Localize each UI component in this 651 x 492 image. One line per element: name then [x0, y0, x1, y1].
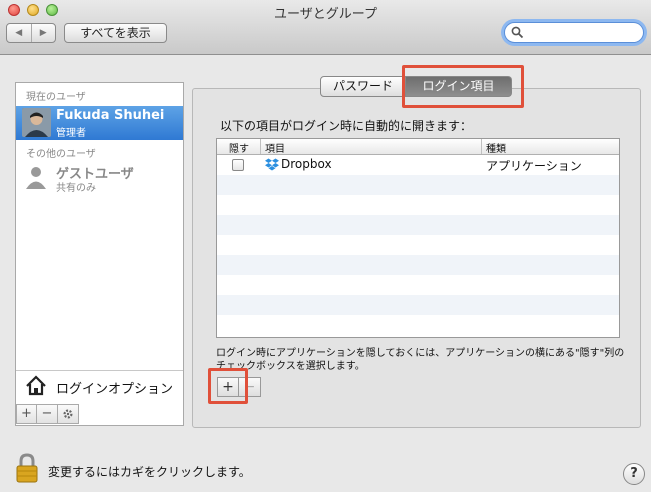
nav-segment: ◀ ▶ [6, 23, 56, 43]
table-row [217, 295, 619, 315]
table-row [217, 175, 619, 195]
table-row [217, 275, 619, 295]
action-menu-button[interactable] [58, 404, 79, 424]
other-users-section-label: その他のユーザ [26, 149, 96, 160]
column-item[interactable]: 項目 [265, 140, 285, 155]
user-item-current[interactable]: Fukuda Shuhei 管理者 [16, 106, 183, 140]
dropbox-icon [265, 158, 279, 171]
table-header: 隠す 項目 種類 [217, 139, 619, 155]
current-user-section-label: 現在のユーザ [26, 92, 86, 103]
table-row [217, 215, 619, 235]
annotation-highlight-add [208, 368, 248, 404]
show-all-button[interactable]: すべてを表示 [64, 23, 167, 43]
search-icon [511, 26, 524, 39]
hide-checkbox[interactable] [232, 159, 244, 171]
house-icon [26, 375, 46, 396]
title-bar: ユーザとグループ ◀ ▶ すべてを表示 [0, 0, 651, 55]
login-items-table: 隠す 項目 種類 Dropbox アプリケーション [216, 138, 620, 338]
table-row [217, 255, 619, 275]
user-list: 現在のユーザ Fukuda Shuhei 管理者 その他のユーザ ゲストユーザ … [15, 82, 184, 426]
table-row [217, 315, 619, 335]
login-options-item[interactable]: ログインオプション [16, 370, 183, 401]
user-item-guest[interactable]: ゲストユーザ 共有のみ [16, 161, 183, 195]
sidebar-buttons: + − [16, 404, 79, 424]
table-row [217, 235, 619, 255]
help-button[interactable]: ? [623, 463, 645, 485]
table-row [217, 195, 619, 215]
lock-text: 変更するにはカギをクリックします。 [48, 465, 251, 479]
add-user-button[interactable]: + [16, 404, 37, 424]
hide-help-text: ログイン時にアプリケーションを隠しておくには、アプリケーションの横にある"隠す"… [216, 348, 625, 372]
login-options-label: ログインオプション [56, 382, 174, 397]
item-kind: アプリケーション [486, 159, 582, 173]
search-field[interactable] [504, 22, 644, 43]
login-items-intro: 以下の項目がログイン時に自動的に開きます： [220, 119, 473, 133]
window-title: ユーザとグループ [274, 7, 377, 22]
column-kind[interactable]: 種類 [486, 140, 506, 155]
column-hide[interactable]: 隠す [229, 140, 249, 155]
item-name: Dropbox [281, 157, 332, 171]
lock-icon[interactable] [15, 453, 39, 483]
tab-password[interactable]: パスワード [320, 76, 406, 97]
back-button[interactable]: ◀ [7, 24, 32, 42]
table-row[interactable]: Dropbox アプリケーション [217, 155, 619, 175]
forward-button[interactable]: ▶ [32, 24, 56, 42]
annotation-highlight-tab [402, 65, 524, 108]
guest-role: 共有のみ [56, 183, 96, 194]
remove-user-button[interactable]: − [37, 404, 58, 424]
guest-user-icon [26, 167, 46, 189]
user-role: 管理者 [56, 128, 86, 139]
avatar [22, 108, 51, 137]
user-name: Fukuda Shuhei [56, 108, 165, 123]
gear-icon [63, 409, 73, 419]
